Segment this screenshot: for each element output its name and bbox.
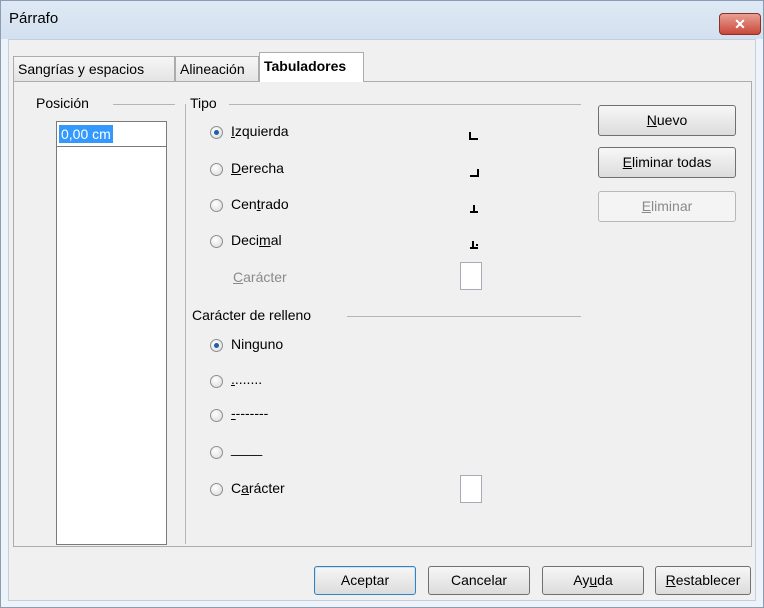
fill-group-line: [347, 316, 581, 317]
position-group-line: [113, 104, 175, 105]
fill-none-label[interactable]: Ninguno: [231, 336, 283, 352]
fill-character-radio[interactable]: [210, 483, 223, 496]
ok-button[interactable]: Aceptar: [314, 566, 416, 595]
type-right-radio[interactable]: [210, 163, 223, 176]
window-title: Párrafo: [9, 10, 59, 27]
fill-dashes-label[interactable]: --------: [231, 405, 268, 421]
new-button[interactable]: Nuevo: [598, 105, 736, 136]
type-left-radio[interactable]: [210, 126, 223, 139]
help-button[interactable]: Ayuda: [542, 566, 644, 595]
right-tab-icon: [470, 169, 479, 177]
tab-tabs[interactable]: Tabuladores: [259, 52, 364, 82]
tab-alignment[interactable]: Alineación: [175, 56, 259, 81]
left-tab-icon: [469, 132, 478, 140]
fill-group-label: Carácter de relleno: [192, 307, 316, 323]
delete-button[interactable]: Eliminar: [598, 191, 736, 222]
type-character-label: Carácter: [233, 269, 287, 285]
type-group-line: [229, 104, 581, 105]
position-input[interactable]: 0,00 cm: [56, 121, 167, 147]
type-center-label[interactable]: Centrado: [231, 196, 289, 212]
type-character-input[interactable]: [460, 262, 482, 290]
fill-character-input[interactable]: [460, 475, 482, 503]
type-left-label[interactable]: Izquierda: [231, 123, 289, 139]
paragraph-dialog: Párrafo ✕ Sangrías y espacios Alineación…: [0, 0, 764, 608]
position-value: 0,00 cm: [59, 125, 113, 143]
close-icon: ✕: [734, 16, 746, 32]
group-separator: [185, 104, 186, 544]
type-right-label[interactable]: Derecha: [231, 160, 284, 176]
cancel-button[interactable]: Cancelar: [428, 566, 530, 595]
type-center-radio[interactable]: [210, 199, 223, 212]
type-decimal-label[interactable]: Decimal: [231, 232, 282, 248]
dialog-body: Sangrías y espacios Alineación Tabulador…: [8, 39, 756, 601]
decimal-tab-icon: [470, 241, 478, 249]
tab-label: Alineación: [180, 61, 245, 77]
reset-button[interactable]: Restablecer: [655, 566, 751, 595]
tab-label: Sangrías y espacios: [18, 61, 145, 77]
fill-dots-label[interactable]: ........: [231, 371, 262, 387]
close-button[interactable]: ✕: [719, 13, 761, 35]
delete-all-button[interactable]: Eliminar todas: [598, 147, 736, 178]
fill-character-label[interactable]: Carácter: [231, 480, 285, 496]
fill-underline-radio[interactable]: [210, 446, 223, 459]
tab-indents-spacing[interactable]: Sangrías y espacios: [13, 56, 175, 81]
fill-dots-radio[interactable]: [210, 375, 223, 388]
fill-none-radio[interactable]: [210, 339, 223, 352]
fill-underline-label[interactable]: ____: [231, 440, 262, 456]
type-group-label: Tipo: [190, 95, 221, 111]
position-list[interactable]: [56, 147, 167, 545]
position-group-label: Posición: [36, 95, 93, 111]
center-tab-icon: [470, 205, 478, 213]
type-decimal-radio[interactable]: [210, 235, 223, 248]
tab-label: Tabuladores: [264, 58, 347, 74]
fill-dashes-radio[interactable]: [210, 409, 223, 422]
title-bar[interactable]: Párrafo ✕: [1, 1, 763, 39]
